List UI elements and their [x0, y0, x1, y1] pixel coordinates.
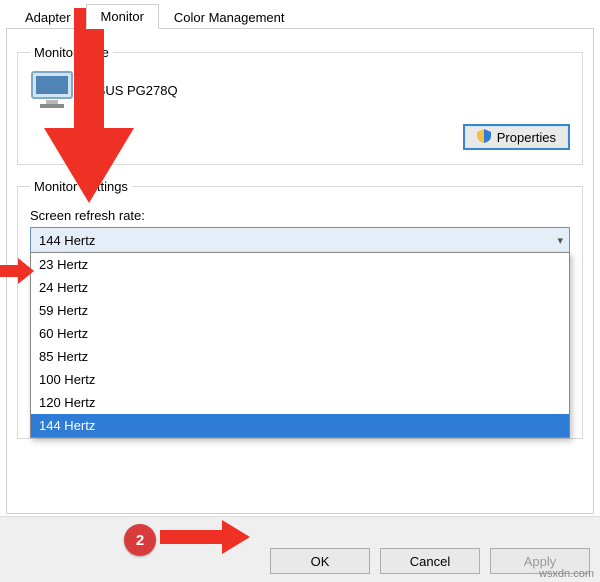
- refresh-rate-option[interactable]: 24 Hertz: [31, 276, 569, 299]
- refresh-rate-option[interactable]: 144 Hertz: [31, 414, 569, 437]
- refresh-rate-option[interactable]: 100 Hertz: [31, 368, 569, 391]
- annotation-step-number: 2: [136, 532, 144, 549]
- refresh-rate-label: Screen refresh rate:: [30, 208, 570, 223]
- refresh-rate-option[interactable]: 59 Hertz: [31, 299, 569, 322]
- refresh-rate-option[interactable]: 23 Hertz: [31, 253, 569, 276]
- ok-button[interactable]: OK: [270, 548, 370, 574]
- tab-adapter[interactable]: Adapter: [10, 5, 86, 29]
- refresh-rate-combobox[interactable]: 144 Hertz ▾: [30, 227, 570, 253]
- dialog-button-bar: OK Cancel Apply: [0, 516, 600, 582]
- group-monitor-type: Monitor Type ASUS PG278Q: [17, 45, 583, 165]
- group-monitor-settings: Monitor Settings Screen refresh rate: 14…: [17, 179, 583, 439]
- properties-button-label: Properties: [497, 130, 556, 145]
- chevron-down-icon: ▾: [557, 234, 563, 247]
- refresh-rate-option[interactable]: 120 Hertz: [31, 391, 569, 414]
- tab-color-management[interactable]: Color Management: [159, 5, 300, 29]
- shield-icon: [477, 129, 491, 146]
- monitor-name: ASUS PG278Q: [88, 83, 178, 98]
- group-monitor-settings-legend: Monitor Settings: [30, 179, 132, 194]
- annotation-step-badge: 2: [124, 524, 156, 556]
- monitor-info-row: ASUS PG278Q: [30, 70, 570, 110]
- tab-panel-monitor: Monitor Type ASUS PG278Q: [6, 28, 594, 514]
- tab-strip: Adapter Monitor Color Management: [0, 0, 600, 28]
- watermark: wsxdn.com: [539, 568, 594, 580]
- refresh-rate-dropdown[interactable]: 23 Hertz24 Hertz59 Hertz60 Hertz85 Hertz…: [30, 252, 570, 438]
- monitor-icon: [30, 70, 76, 110]
- group-monitor-type-legend: Monitor Type: [30, 45, 113, 60]
- cancel-button[interactable]: Cancel: [380, 548, 480, 574]
- refresh-rate-option[interactable]: 60 Hertz: [31, 322, 569, 345]
- refresh-rate-selected: 144 Hertz: [39, 233, 95, 248]
- refresh-rate-option[interactable]: 85 Hertz: [31, 345, 569, 368]
- properties-button[interactable]: Properties: [463, 124, 570, 150]
- tab-monitor[interactable]: Monitor: [86, 4, 159, 29]
